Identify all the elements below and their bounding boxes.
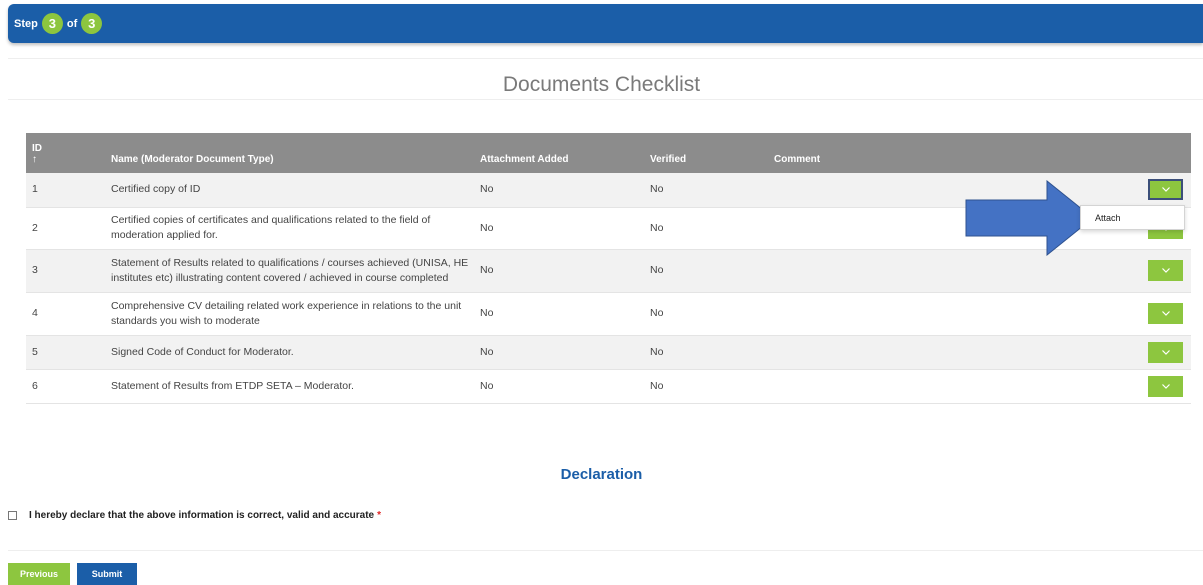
cell-comment	[774, 369, 1144, 403]
previous-button[interactable]: Previous	[8, 563, 70, 585]
total-steps-badge: 3	[81, 13, 103, 34]
declaration-checkbox-label: I hereby declare that the above informat…	[29, 510, 375, 521]
cell-actions	[1144, 249, 1191, 292]
table-header-row: ID ↑ Name (Moderator Document Type) Atta…	[26, 133, 1191, 173]
cell-verified: No	[650, 183, 664, 196]
table-row: 4 Comprehensive CV detailing related wor…	[26, 292, 1191, 335]
cell-id: 2	[32, 221, 38, 234]
sort-ascending-icon: ↑	[32, 154, 37, 165]
declaration-heading: Declaration	[560, 466, 643, 483]
row-actions-dropdown-button[interactable]	[1148, 375, 1183, 397]
declaration-row: I hereby declare that the above informat…	[8, 510, 381, 521]
cell-verified: No	[650, 264, 664, 276]
cell-document-name: Signed Code of Conduct for Moderator.	[111, 345, 294, 358]
cell-document-name: Statement of Results from ETDP SETA – Mo…	[111, 379, 354, 392]
row-actions-dropdown-button[interactable]	[1148, 179, 1183, 201]
chevron-down-icon	[1161, 383, 1170, 389]
cell-id: 1	[32, 183, 38, 196]
cell-id: 5	[32, 345, 38, 358]
page-title: Documents Checklist	[502, 73, 701, 96]
cell-id: 6	[32, 379, 38, 392]
submit-button[interactable]: Submit	[77, 563, 137, 585]
cell-attachment-added: No	[480, 307, 494, 319]
cell-attachment-added: No	[480, 379, 494, 392]
step-header-bar: Step 3 of 3	[8, 4, 1203, 43]
cell-verified: No	[650, 345, 664, 358]
cell-document-name: Comprehensive CV detailing related work …	[111, 299, 462, 327]
table-row: 6 Statement of Results from ETDP SETA – …	[26, 369, 1191, 403]
footer-divider	[8, 550, 1203, 551]
cell-comment	[774, 335, 1144, 369]
row-actions-dropdown-button[interactable]	[1148, 341, 1183, 363]
column-header-id[interactable]: ID ↑	[26, 133, 111, 173]
cell-id: 3	[32, 264, 38, 276]
column-header-name[interactable]: Name (Moderator Document Type)	[111, 133, 480, 173]
required-indicator: *	[377, 510, 382, 521]
table-row: 5 Signed Code of Conduct for Moderator. …	[26, 335, 1191, 369]
cell-verified: No	[650, 221, 664, 234]
row-actions-dropdown-button[interactable]	[1148, 260, 1183, 281]
chevron-down-icon	[1161, 349, 1170, 355]
column-header-actions	[1144, 133, 1191, 173]
row-actions-dropdown-button[interactable]	[1148, 303, 1183, 324]
cell-document-name: Statement of Results related to qualific…	[111, 256, 469, 284]
step-of-label: of	[66, 17, 78, 30]
id-header-label: ID	[32, 143, 42, 154]
step-prefix: Step	[14, 17, 38, 30]
cell-document-name: Certified copies of certificates and qua…	[111, 214, 431, 241]
cell-id: 4	[32, 307, 38, 319]
column-header-comment[interactable]: Comment	[774, 133, 1144, 173]
cell-actions	[1144, 335, 1191, 369]
attach-menu-item[interactable]: Attach	[1095, 213, 1121, 223]
cell-comment	[774, 292, 1144, 335]
cell-attachment-added: No	[480, 221, 494, 234]
cell-actions	[1144, 369, 1191, 403]
declaration-checkbox[interactable]	[8, 511, 17, 520]
current-step-badge: 3	[41, 13, 63, 34]
cell-actions	[1144, 173, 1191, 207]
cell-verified: No	[650, 379, 664, 392]
row-actions-dropdown-menu: Attach	[1080, 205, 1185, 230]
documents-table: ID ↑ Name (Moderator Document Type) Atta…	[26, 133, 1191, 404]
cell-document-name: Certified copy of ID	[111, 183, 201, 196]
cell-actions	[1144, 292, 1191, 335]
chevron-down-icon	[1161, 268, 1170, 273]
column-header-attachment[interactable]: Attachment Added	[480, 133, 650, 173]
cell-attachment-added: No	[480, 345, 494, 358]
cell-attachment-added: No	[480, 183, 494, 196]
annotation-arrow-icon	[965, 180, 1094, 256]
chevron-down-icon	[1161, 311, 1170, 316]
cell-verified: No	[650, 307, 664, 319]
cell-attachment-added: No	[480, 264, 494, 276]
chevron-down-icon	[1161, 187, 1170, 193]
column-header-verified[interactable]: Verified	[650, 133, 774, 173]
